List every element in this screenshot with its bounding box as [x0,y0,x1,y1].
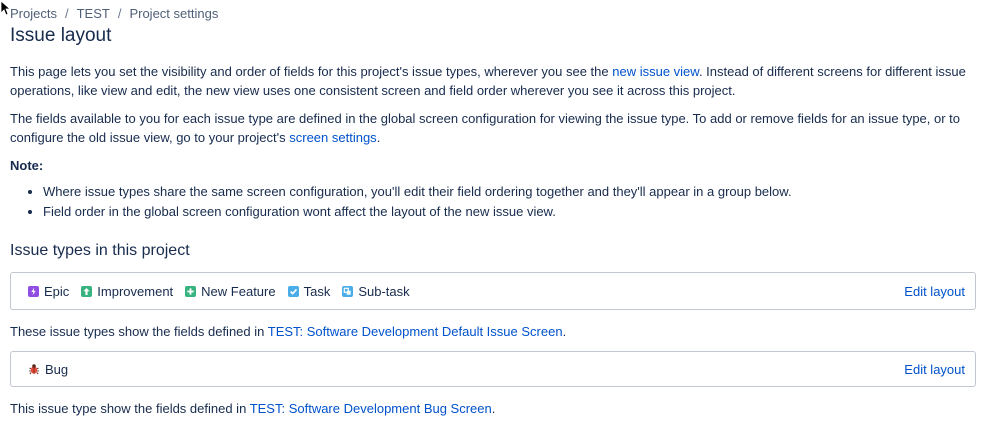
intro-paragraph-1: This page lets you set the visibility an… [10,62,980,100]
note-label: Note: [10,158,44,173]
epic-icon [28,285,39,297]
default-issue-screen-link[interactable]: TEST: Software Development Default Issue… [268,324,563,339]
breadcrumb-separator: / [117,5,122,21]
note-item: Where issue types share the same screen … [43,182,980,201]
breadcrumb-projects[interactable]: Projects [10,4,57,23]
breadcrumb: Projects / TEST / Project settings [10,4,980,22]
issue-type-list: Epic Improvement New Feature Task Sub-ta… [28,282,422,301]
intro-paragraph-2: The fields available to you for each iss… [10,109,980,147]
note-list: Where issue types share the same screen … [10,182,980,221]
intro-text: . [376,130,381,145]
issue-type-new-feature: New Feature [185,282,276,301]
issue-type-task: Task [287,282,331,301]
page-title: Issue layout [10,25,112,46]
group-description: This issue type show the fields defined … [10,399,980,418]
issue-type-group-card: Bug Edit layout [10,351,976,387]
issue-type-group-card: Epic Improvement New Feature Task Sub-ta… [10,272,976,310]
issue-type-label: Bug [45,361,69,377]
issue-type-label: Epic [44,283,70,299]
group-description-text: This issue type show the fields defined … [10,401,250,416]
issue-type-epic: Epic [28,282,69,301]
section-title: Issue types in this project [10,242,190,259]
new-issue-view-link[interactable]: new issue view [612,64,699,79]
issue-type-list: Bug [28,360,80,379]
bug-screen-link[interactable]: TEST: Software Development Bug Screen [250,401,492,416]
subtask-icon [342,285,354,297]
group-description-text: These issue types show the fields define… [10,324,268,339]
issue-type-label: New Feature [201,283,276,299]
issue-type-label: Sub-task [358,283,410,299]
edit-layout-button[interactable]: Edit layout [904,282,965,301]
issue-type-label: Improvement [97,283,174,299]
new-feature-icon [185,285,197,297]
breadcrumb-project-settings[interactable]: Project settings [129,4,218,23]
issue-type-improvement: Improvement [81,282,173,301]
improvement-icon [81,285,93,297]
breadcrumb-separator: / [64,5,69,21]
screen-settings-link[interactable]: screen settings [289,130,376,145]
group-description-text: . [491,401,496,416]
edit-layout-button[interactable]: Edit layout [904,360,965,379]
intro-text: The fields available to you for each iss… [10,111,961,145]
issue-layout-page: Projects / TEST / Project settings Issue… [10,4,980,418]
breadcrumb-test[interactable]: TEST [77,4,110,23]
group-description-text: . [562,324,567,339]
task-icon [287,285,299,297]
bug-icon [28,363,40,375]
group-description: These issue types show the fields define… [10,322,980,341]
mouse-cursor-icon [0,0,10,16]
intro-text: This page lets you set the visibility an… [10,64,613,79]
issue-type-bug: Bug [28,360,68,379]
issue-type-subtask: Sub-task [342,282,410,301]
note-item: Field order in the global screen configu… [43,202,980,221]
issue-type-label: Task [303,283,331,299]
